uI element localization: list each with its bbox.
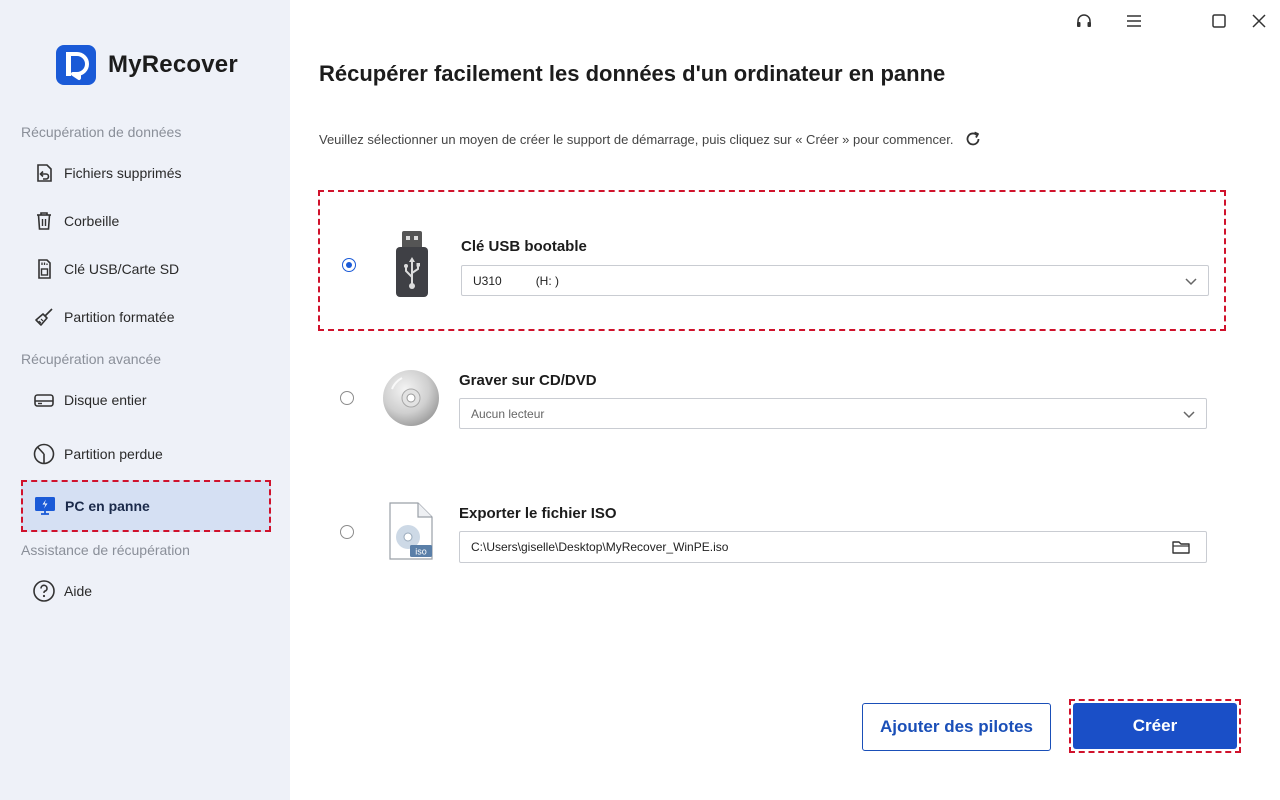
sidebar: MyRecover Récupération de données Fichie… xyxy=(0,0,290,800)
section-label-recovery-assistance: Assistance de récupération xyxy=(21,542,190,558)
app-name: MyRecover xyxy=(108,51,238,78)
crashed-pc-icon xyxy=(33,494,57,518)
usb-device-select[interactable]: U310 (H: ) xyxy=(461,265,1209,296)
iso-file-icon: iso xyxy=(388,502,434,565)
option-bootable-usb[interactable]: Clé USB bootable U310 (H: ) xyxy=(318,190,1226,331)
sidebar-item-label: Corbeille xyxy=(64,213,120,229)
sidebar-item-deleted-files[interactable]: Fichiers supprimés xyxy=(22,149,270,197)
section-label-advanced-recovery: Récupération avancée xyxy=(21,351,162,367)
headset-icon[interactable] xyxy=(1071,10,1097,32)
create-button[interactable]: Créer xyxy=(1073,703,1237,749)
instructions-text: Veuillez sélectionner un moyen de créer … xyxy=(319,129,983,149)
usb-device-name: U310 xyxy=(473,273,502,288)
iso-badge-label: iso xyxy=(415,547,427,557)
sidebar-item-label: Clé USB/Carte SD xyxy=(64,261,180,277)
usb-radio[interactable] xyxy=(342,258,356,272)
cd-dvd-icon xyxy=(382,369,440,432)
folder-icon[interactable] xyxy=(1172,539,1190,555)
cd-dvd-radio[interactable] xyxy=(340,391,354,405)
sidebar-item-label: Partition perdue xyxy=(64,446,163,462)
chevron-down-icon xyxy=(1182,407,1196,421)
cd-dvd-drive-value: Aucun lecteur xyxy=(471,406,545,421)
iso-radio[interactable] xyxy=(340,525,354,539)
pie-partition-icon xyxy=(32,442,56,466)
sidebar-item-label: Disque entier xyxy=(64,392,147,408)
create-button-highlight: Créer xyxy=(1069,699,1241,753)
sidebar-item-recycle-bin[interactable]: Corbeille xyxy=(22,197,270,245)
refresh-icon[interactable] xyxy=(963,129,983,149)
iso-path-input[interactable]: C:\Users\giselle\Desktop\MyRecover_WinPE… xyxy=(459,531,1207,563)
maximize-icon[interactable] xyxy=(1206,10,1232,32)
hard-disk-icon xyxy=(32,388,56,412)
usb-drive-icon xyxy=(394,229,430,304)
close-icon[interactable] xyxy=(1246,10,1272,32)
help-icon xyxy=(32,579,56,603)
sidebar-item-lost-partition[interactable]: Partition perdue xyxy=(22,430,270,478)
trash-icon xyxy=(32,209,56,233)
sd-card-icon xyxy=(32,257,56,281)
page-title: Récupérer facilement les données d'un or… xyxy=(319,61,946,86)
sidebar-item-label: Partition formatée xyxy=(64,309,175,325)
iso-option-label: Exporter le fichier ISO xyxy=(459,505,617,522)
sidebar-item-label: PC en panne xyxy=(65,498,150,514)
add-drivers-button[interactable]: Ajouter des pilotes xyxy=(862,703,1051,751)
sidebar-item-formatted-partition[interactable]: Partition formatée xyxy=(22,293,270,341)
sidebar-item-crashed-pc[interactable]: PC en panne xyxy=(21,480,271,532)
sidebar-item-label: Aide xyxy=(64,583,93,599)
usb-option-label: Clé USB bootable xyxy=(461,238,587,255)
sidebar-item-help[interactable]: Aide xyxy=(22,567,270,615)
broom-icon xyxy=(32,305,56,329)
sidebar-item-whole-disk[interactable]: Disque entier xyxy=(22,376,270,424)
cd-dvd-option-label: Graver sur CD/DVD xyxy=(459,372,597,389)
iso-path-value: C:\Users\giselle\Desktop\MyRecover_WinPE… xyxy=(471,540,729,554)
app-logo: MyRecover xyxy=(56,45,238,85)
sidebar-item-usb-sd[interactable]: Clé USB/Carte SD xyxy=(22,245,270,293)
hamburger-menu-icon[interactable] xyxy=(1121,10,1147,32)
myrecover-logo-icon xyxy=(56,45,96,85)
sidebar-item-label: Fichiers supprimés xyxy=(64,165,182,181)
usb-device-letter: (H: ) xyxy=(535,273,560,288)
option-export-iso[interactable]: iso Exporter le fichier ISO C:\Users\gis… xyxy=(318,458,1226,588)
undo-file-icon xyxy=(32,161,56,185)
instructions-label: Veuillez sélectionner un moyen de créer … xyxy=(319,131,954,147)
option-burn-cd-dvd[interactable]: Graver sur CD/DVD Aucun lecteur xyxy=(318,325,1226,455)
cd-dvd-drive-select[interactable]: Aucun lecteur xyxy=(459,398,1207,429)
chevron-down-icon xyxy=(1184,274,1198,288)
section-label-data-recovery: Récupération de données xyxy=(21,124,182,140)
